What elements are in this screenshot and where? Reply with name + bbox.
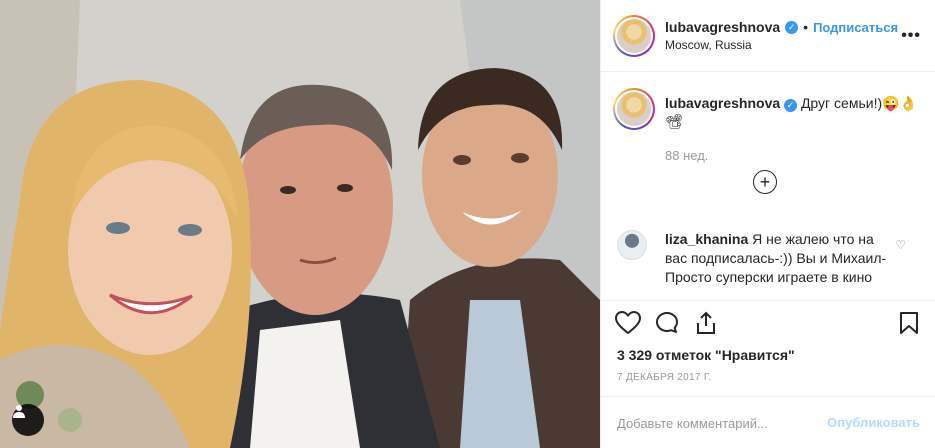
likes-count[interactable]: 3 329 отметок "Нравится" [617,347,795,363]
author-username[interactable]: lubavagreshnova [665,19,780,35]
publish-button[interactable]: Опубликовать [827,415,920,430]
comment-like-icon[interactable]: ♡ [895,238,906,252]
follow-button[interactable]: Подписаться [813,20,898,35]
verified-badge-icon: ✓ [784,99,798,112]
post-location[interactable]: Moscow, Russia [665,38,752,52]
comment-input[interactable] [617,411,817,435]
load-more-icon[interactable]: + [753,170,777,194]
comment-item: liza_khanina Я не жалею что на вас подпи… [665,230,887,287]
comment-username[interactable]: liza_khanina [665,231,748,247]
add-comment-bar: Опубликовать [601,396,935,448]
post-date[interactable]: 7 ДЕКАБРЯ 2017 Г. [617,372,711,383]
photo-illustration [0,0,600,448]
comment-icon[interactable] [655,311,679,335]
caption-age[interactable]: 88 нед. [665,148,708,163]
caption-text: lubavagreshnova ✓ Друг семьи!)😜👌📽 [665,94,920,130]
comments-section[interactable]: lubavagreshnova ✓ Друг семьи!)😜👌📽 88 нед… [601,72,935,300]
caption-avatar[interactable] [613,88,655,130]
user-tag-icon [13,405,25,418]
post-header: lubavagreshnova ✓ • Подписаться Moscow, … [601,0,935,72]
caption-username[interactable]: lubavagreshnova [665,95,780,111]
action-bar [601,300,935,346]
commenter-avatar[interactable] [617,230,647,260]
more-options-icon[interactable]: ••• [901,27,921,45]
post-photo[interactable] [0,0,600,448]
author-avatar[interactable] [613,15,655,57]
user-tag-button[interactable] [12,404,44,436]
post-side-panel: lubavagreshnova ✓ • Подписаться Moscow, … [600,0,935,448]
share-icon[interactable] [695,311,717,335]
header-author-line: lubavagreshnova ✓ • Подписаться [665,19,898,35]
separator-dot: • [803,19,809,35]
bookmark-icon[interactable] [899,311,919,335]
heart-icon[interactable] [615,311,641,335]
verified-badge-icon: ✓ [785,20,799,34]
